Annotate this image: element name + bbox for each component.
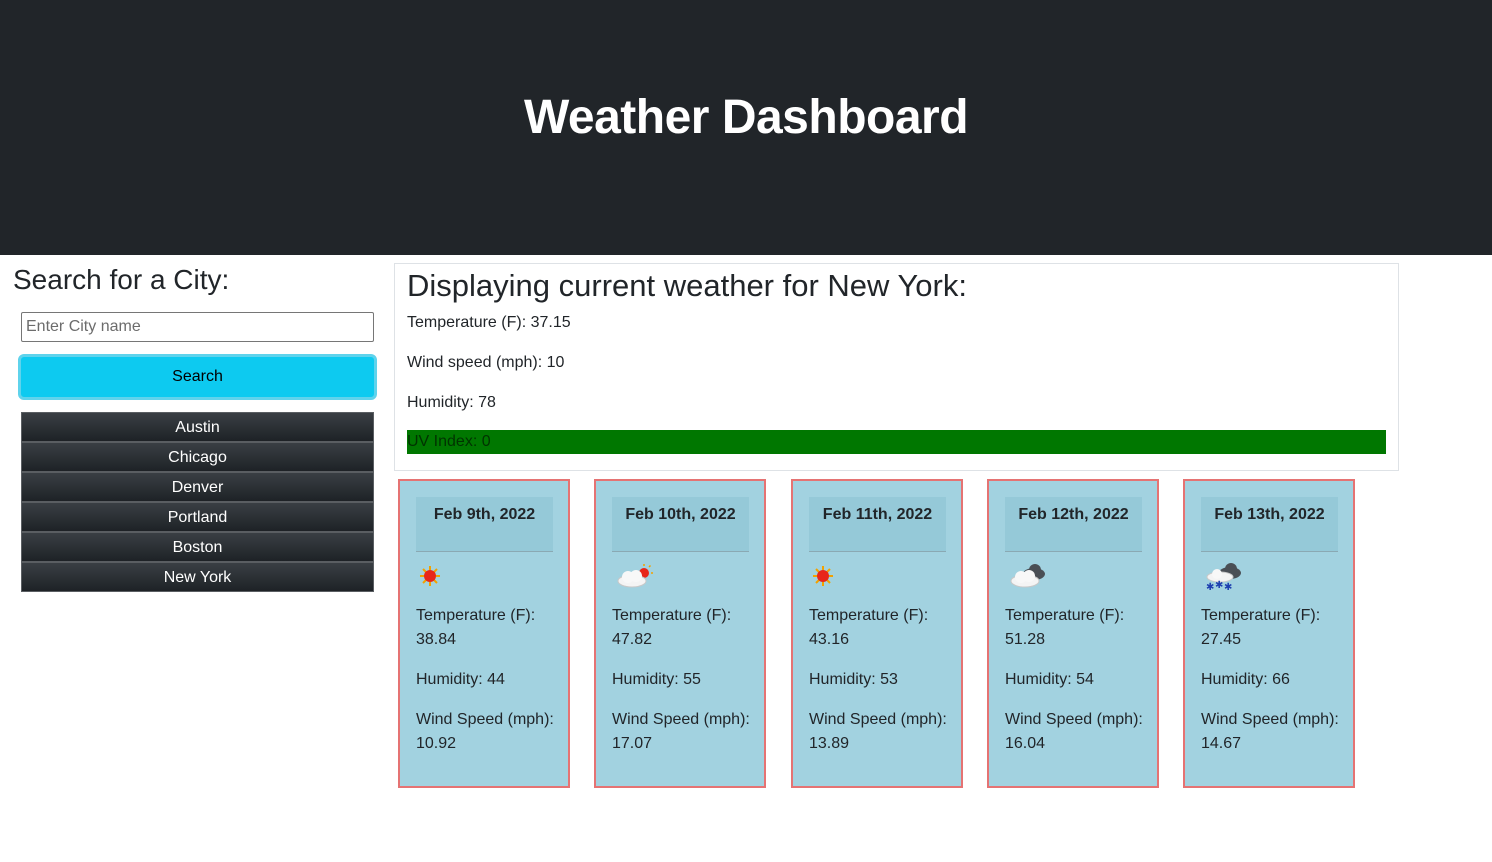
forecast-humidity: Humidity: 55 — [612, 671, 701, 688]
forecast-date: Feb 10th, 2022 — [612, 497, 749, 552]
history-city-button[interactable]: New York — [21, 562, 374, 592]
current-weather-heading: Displaying current weather for New York: — [407, 268, 967, 303]
forecast-temperature: Temperature (F): 51.28 — [1005, 607, 1125, 648]
current-humidity: Humidity: 78 — [407, 394, 496, 411]
current-temperature: Temperature (F): 37.15 — [407, 314, 571, 331]
forecast-temperature: Temperature (F): 38.84 — [416, 607, 536, 648]
page-title: Weather Dashboard — [523, 91, 969, 144]
forecast-card: Feb 12th, 2022 Temperature (F): 51.28 Hu… — [987, 479, 1159, 788]
forecast-wind-speed: Wind Speed (mph): 16.04 — [1005, 711, 1143, 752]
search-button[interactable]: Search — [18, 354, 377, 400]
svg-text:✱: ✱ — [1224, 582, 1232, 591]
forecast-humidity: Humidity: 44 — [416, 671, 505, 688]
svg-text:✱: ✱ — [1206, 582, 1214, 591]
forecast-wind-speed: Wind Speed (mph): 17.07 — [612, 711, 750, 752]
history-city-button[interactable]: Boston — [21, 532, 374, 562]
forecast-humidity: Humidity: 66 — [1201, 671, 1290, 688]
forecast-date: Feb 13th, 2022 — [1201, 497, 1338, 552]
svg-text:✱: ✱ — [1215, 580, 1223, 591]
city-search-input[interactable] — [21, 312, 374, 342]
forecast-date: Feb 9th, 2022 — [416, 497, 553, 552]
forecast-date: Feb 12th, 2022 — [1005, 497, 1142, 552]
forecast-wind-speed: Wind Speed (mph): 14.67 — [1201, 711, 1339, 752]
history-city-button[interactable]: Portland — [21, 502, 374, 532]
snow-icon: ✱ ✱ ✱ — [1203, 563, 1245, 593]
forecast-temperature: Temperature (F): 47.82 — [612, 607, 732, 648]
forecast-wind-speed: Wind Speed (mph): 10.92 — [416, 711, 554, 752]
uv-index-badge: UV Index: 0 — [407, 430, 1386, 454]
forecast-card: Feb 11th, 2022 Temperature (F): 43.16 Hu… — [791, 479, 963, 788]
cloudy-icon — [1007, 563, 1049, 591]
history-city-button[interactable]: Austin — [21, 412, 374, 442]
forecast-card: Feb 9th, 2022 Temperature (F): 38.84 Hum… — [398, 479, 570, 788]
current-weather-panel: Displaying current weather for New York:… — [394, 263, 1399, 471]
forecast-temperature: Temperature (F): 27.45 — [1201, 607, 1321, 648]
current-wind-speed: Wind speed (mph): 10 — [407, 354, 565, 371]
forecast-temperature: Temperature (F): 43.16 — [809, 607, 929, 648]
forecast-card: Feb 10th, 2022 Temperature (F): 47.82 Hu… — [594, 479, 766, 788]
sunny-icon — [418, 563, 460, 591]
partly-cloudy-icon — [614, 563, 656, 591]
forecast-card: Feb 13th, 2022 ✱ ✱ ✱ Temperature (F): 27.4… — [1183, 479, 1355, 788]
history-city-button[interactable]: Chicago — [21, 442, 374, 472]
page-header: Weather Dashboard — [0, 0, 1492, 255]
search-heading: Search for a City: — [13, 264, 230, 295]
forecast-date: Feb 11th, 2022 — [809, 497, 946, 552]
sunny-icon — [811, 563, 853, 591]
forecast-humidity: Humidity: 53 — [809, 671, 898, 688]
history-city-button[interactable]: Denver — [21, 472, 374, 502]
forecast-wind-speed: Wind Speed (mph): 13.89 — [809, 711, 947, 752]
search-history-list: Austin Chicago Denver Portland Boston Ne… — [21, 412, 374, 592]
forecast-humidity: Humidity: 54 — [1005, 671, 1094, 688]
